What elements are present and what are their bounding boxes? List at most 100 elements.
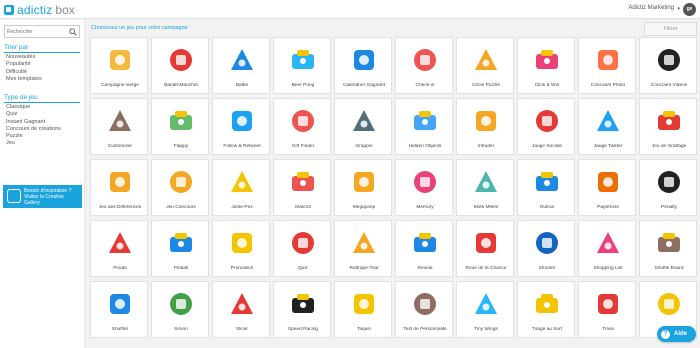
game-card[interactable]: Battle	[212, 37, 270, 94]
sort-item-difficulty[interactable]: Difficulté	[6, 69, 42, 76]
game-card[interactable]: Customizer	[90, 98, 148, 155]
game-card[interactable]: Click & Win	[517, 37, 575, 94]
game-card[interactable]: Penalty	[639, 159, 697, 216]
game-card[interactable]: Juste-Prix	[212, 159, 270, 216]
brand-logo-icon	[4, 4, 14, 15]
game-card[interactable]: Shuffler	[90, 281, 148, 338]
hidden-objects-icon	[414, 111, 436, 130]
intruder-icon	[476, 111, 496, 131]
pipes-icon	[170, 111, 192, 130]
pinata-icon	[109, 232, 131, 253]
game-card[interactable]: Follow & Retweet	[212, 98, 270, 155]
game-card[interactable]: Pronostics	[212, 220, 270, 277]
game-card[interactable]: Shooter	[517, 220, 575, 277]
map-pin-icon	[414, 49, 436, 71]
word-search-icon	[475, 171, 497, 192]
game-card[interactable]: Concours Photo	[578, 37, 636, 94]
sort-item-popularity[interactable]: Popularité	[6, 61, 42, 68]
game-card[interactable]: Intruder	[456, 98, 514, 155]
search-icon[interactable]	[69, 28, 77, 36]
filter-button[interactable]: Filtrer	[644, 22, 697, 36]
game-card-label: Jauge Twitter	[593, 144, 623, 149]
sliding-puzzle-icon	[354, 294, 374, 314]
chevron-down-icon[interactable]: ▾	[677, 6, 680, 12]
avatar[interactable]: ge	[683, 3, 696, 16]
game-card-label: Mots Mêlés	[473, 205, 499, 210]
game-card-label: Grappin	[355, 144, 373, 149]
shopping-bag-icon	[597, 232, 619, 253]
game-card[interactable]: Rattrape-Tout	[334, 220, 392, 277]
sort-heading: Trier par	[4, 44, 29, 51]
gametype-item-creation-contest[interactable]: Concours de créations	[6, 126, 61, 133]
sidebar: Trier par Nouveautés Popularité Difficul…	[0, 20, 85, 348]
game-card[interactable]: Quiz	[273, 220, 331, 277]
creative-gallery-text: Besoin d'inspiration ? Visitez la Creati…	[24, 188, 72, 206]
game-card[interactable]: Hidden Objects	[395, 98, 453, 155]
slot-machine-icon	[170, 49, 192, 71]
game-card[interactable]: Check-in	[395, 37, 453, 94]
game-card[interactable]: Tirage au Sort	[517, 281, 575, 338]
circle-puzzle-icon	[475, 49, 497, 70]
game-card[interactable]: Jauge Twitter	[578, 98, 636, 155]
game-card[interactable]: Jeu des Différences	[90, 159, 148, 216]
game-card[interactable]: Shopping List	[578, 220, 636, 277]
account-name[interactable]: Adictiz Marketing	[628, 5, 674, 11]
game-card[interactable]: Taquin	[334, 281, 392, 338]
game-card-label: Follow & Retweet	[223, 144, 261, 149]
game-card[interactable]: Pinata	[90, 220, 148, 277]
game-card[interactable]: Grappin	[334, 98, 392, 155]
game-card-label: Outrun	[539, 205, 555, 210]
game-card[interactable]: Flappy	[151, 98, 209, 155]
game-card[interactable]: Speed Racing	[273, 281, 331, 338]
game-card-label: Test de Personnalité	[403, 327, 447, 332]
help-button[interactable]: ? Aide	[657, 326, 696, 342]
game-card[interactable]: Circle Puzzle	[456, 37, 514, 94]
beer-pong-icon	[292, 50, 314, 69]
claw-icon	[353, 110, 375, 131]
game-card[interactable]: Campagne vierge	[90, 37, 148, 94]
game-card[interactable]: Simon	[151, 281, 209, 338]
creative-gallery-banner[interactable]: Besoin d'inspiration ? Visitez la Creati…	[3, 185, 82, 208]
game-card[interactable]: Mots Mêlés	[456, 159, 514, 216]
gametype-item-game[interactable]: Jeu	[6, 140, 61, 147]
game-card[interactable]: Calendrier Gagnant	[334, 37, 392, 94]
tiny-wings-icon	[475, 293, 497, 314]
scratch-ticket-icon	[658, 111, 680, 130]
game-card[interactable]: Concours Vidéos	[639, 37, 697, 94]
chest-icon	[658, 233, 680, 252]
game-card[interactable]: Jeu Concours	[151, 159, 209, 216]
game-card[interactable]: Memory	[395, 159, 453, 216]
brand-logo[interactable]: adictiz box	[4, 3, 75, 17]
gametype-item-puzzle[interactable]: Puzzle	[6, 133, 61, 140]
question-coin-icon	[231, 171, 253, 192]
game-card[interactable]: Test de Personnalité	[395, 281, 453, 338]
search-input[interactable]	[7, 27, 67, 37]
search-box[interactable]	[4, 25, 80, 38]
game-card[interactable]: Jauge Sociale	[517, 98, 575, 155]
game-card[interactable]: Pinball	[151, 220, 209, 277]
game-card[interactable]: Bandit-Manchot	[151, 37, 209, 94]
sort-item-my-templates[interactable]: Mes templates	[6, 76, 42, 83]
game-card[interactable]: Beer Pong	[273, 37, 331, 94]
game-card[interactable]: Shuffle Board	[639, 220, 697, 277]
game-card[interactable]: Papertoss	[578, 159, 636, 216]
game-card[interactable]: Gift Finder	[273, 98, 331, 155]
game-card[interactable]: Match3	[273, 159, 331, 216]
game-card[interactable]: Slicer	[212, 281, 270, 338]
game-card[interactable]: Tiny Wings	[456, 281, 514, 338]
game-card[interactable]: Megajump	[334, 159, 392, 216]
ballot-box-icon	[658, 293, 680, 315]
clapperboard-icon	[658, 49, 680, 71]
game-card[interactable]: Outrun	[517, 159, 575, 216]
game-card-label: Shuffler	[111, 327, 129, 332]
game-card[interactable]: Jeu de Grattage	[639, 98, 697, 155]
gametype-item-instant-win[interactable]: Instant Gagnant	[6, 119, 61, 126]
gametype-item-quiz[interactable]: Quiz	[6, 111, 61, 118]
main-content: Choisissez un jeu pour votre campagne Fi…	[85, 20, 700, 348]
game-card[interactable]: Reveal	[395, 220, 453, 277]
game-card[interactable]: Trivia	[578, 281, 636, 338]
memory-cards-icon	[414, 171, 436, 193]
game-card[interactable]: Roue de la Chance	[456, 220, 514, 277]
gametype-item-classic[interactable]: Classique	[6, 104, 61, 111]
sort-item-newest[interactable]: Nouveautés	[6, 54, 42, 61]
